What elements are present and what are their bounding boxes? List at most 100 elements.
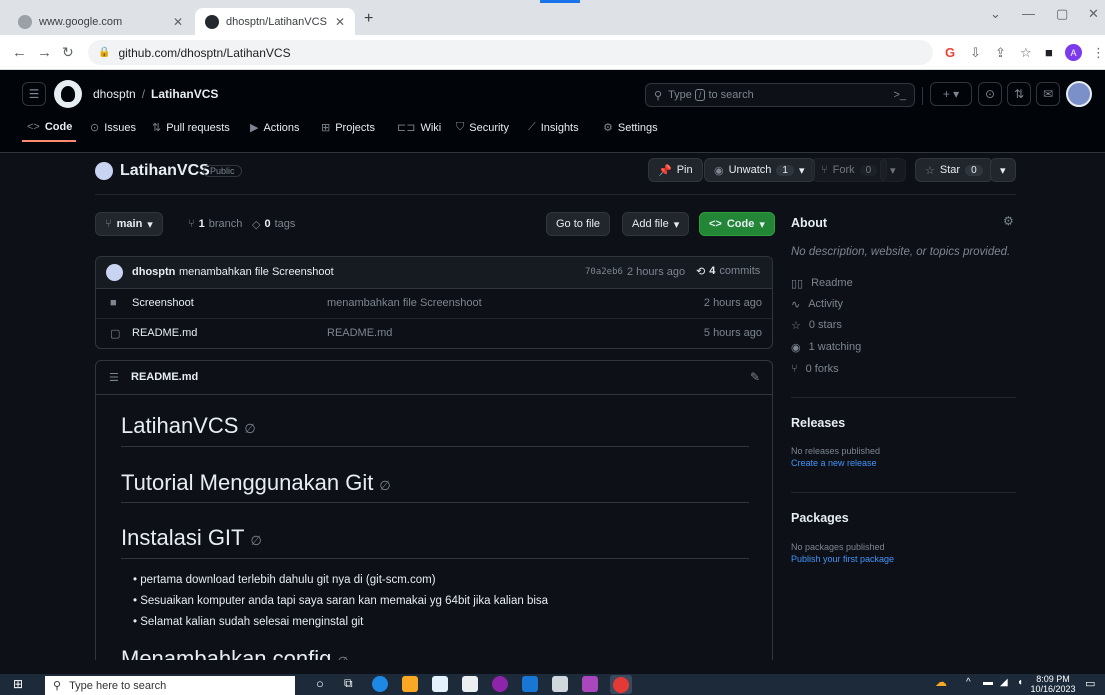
file-commit-message[interactable]: menambahkan file Screenshoot	[327, 297, 482, 309]
vscode-icon[interactable]	[522, 676, 538, 692]
go-to-file-button[interactable]: Go to file	[546, 212, 611, 236]
github-search-input[interactable]: ⚲ Type / to search >_	[645, 83, 915, 107]
pin-button[interactable]: 📌 Pin	[648, 158, 703, 182]
inbox-icon[interactable]: ✉	[1036, 82, 1060, 106]
branch-select-button[interactable]: ⑂ main ▾	[95, 212, 163, 236]
tab-pull-requests[interactable]: ⇅ Pull requests	[152, 121, 230, 135]
close-icon[interactable]: ✕	[335, 15, 345, 29]
file-row[interactable]: ▢ README.md README.md 5 hours ago	[96, 319, 772, 348]
breadcrumb-repo[interactable]: LatihanVCS	[151, 87, 218, 101]
create-release-link[interactable]: Create a new release	[791, 458, 877, 468]
tab-settings[interactable]: ⚙ Settings	[603, 121, 658, 135]
add-file-button[interactable]: Add file ▾	[622, 212, 690, 236]
tray-chevron-icon[interactable]: ^	[966, 677, 971, 688]
window-close-button[interactable]: ✕	[1088, 6, 1099, 22]
back-arrow-icon[interactable]: ←	[12, 44, 27, 61]
link-icon[interactable]: ∅	[379, 478, 390, 493]
menu-kebab-icon[interactable]: ⋮	[1092, 45, 1105, 61]
close-icon[interactable]: ✕	[173, 15, 183, 29]
about-readme-link[interactable]: ▯▯ Readme	[791, 277, 853, 290]
code-dropdown-button[interactable]: <> Code ▾	[699, 212, 775, 236]
address-bar[interactable]: 🔒 github.com/dhosptn/LatihanVCS	[88, 40, 933, 65]
about-activity-link[interactable]: ∿ Activity	[791, 298, 843, 311]
list-icon[interactable]: ☰	[109, 371, 119, 384]
install-icon[interactable]: ⇩	[970, 45, 981, 61]
edit-pencil-icon[interactable]: ✎	[750, 370, 760, 384]
mail-icon[interactable]	[462, 676, 478, 692]
windows-start-icon[interactable]: ⊞	[13, 677, 23, 691]
store-icon[interactable]	[432, 676, 448, 692]
link-icon[interactable]: ∅	[337, 654, 348, 660]
edge-icon[interactable]	[372, 676, 388, 692]
about-watching-link[interactable]: ◉ 1 watching	[791, 341, 861, 354]
browser-tab-google[interactable]: www.google.com ✕	[8, 8, 193, 35]
tab-wiki[interactable]: ⊏⊐ Wiki	[397, 121, 441, 135]
new-tab-button[interactable]: +	[364, 10, 373, 28]
branches-link[interactable]: ⑂ 1 branch	[188, 218, 242, 230]
tab-projects[interactable]: ⊞ Projects	[321, 121, 375, 135]
github-logo-icon[interactable]	[54, 80, 82, 108]
reload-icon[interactable]: ↻	[62, 44, 74, 61]
system-clock[interactable]: 8:09 PM 10/16/2023	[1030, 674, 1076, 694]
commit-hash[interactable]: 70a2eb6	[585, 267, 623, 277]
publish-package-link[interactable]: Publish your first package	[791, 554, 894, 564]
taskbar-search-input[interactable]: ⚲ Type here to search	[45, 676, 295, 695]
tags-link[interactable]: ◇ 0 tags	[252, 218, 295, 231]
wps-icon[interactable]	[492, 676, 508, 692]
tab-security[interactable]: ⛉ Security	[456, 121, 509, 134]
releases-heading[interactable]: Releases	[791, 416, 845, 430]
file-row[interactable]: ■ Screenshoot menambahkan file Screensho…	[96, 289, 772, 319]
packages-heading[interactable]: Packages	[791, 511, 849, 525]
sourcetree-icon[interactable]	[582, 676, 598, 692]
chrome-active-icon[interactable]	[610, 675, 632, 694]
restore-button[interactable]: ▢	[1056, 6, 1068, 22]
side-panel-icon[interactable]: ■	[1045, 45, 1053, 60]
issues-icon[interactable]: ⊙	[978, 82, 1002, 106]
file-name[interactable]: README.md	[132, 327, 197, 339]
tab-insights[interactable]: ⟋ Insights	[528, 121, 579, 134]
create-new-button[interactable]: + ▾	[930, 82, 972, 106]
link-icon[interactable]: ∅	[250, 533, 261, 548]
share-icon[interactable]: ⇪	[995, 45, 1006, 61]
battery-icon[interactable]: ▬	[983, 677, 993, 688]
fork-dropdown-button[interactable]: ▾	[880, 158, 906, 182]
cortana-icon[interactable]: ○	[316, 676, 324, 691]
network-icon[interactable]: ◢	[1000, 677, 1008, 688]
forward-arrow-icon[interactable]: →	[37, 44, 52, 61]
volume-icon[interactable]: ◖	[1017, 677, 1023, 688]
commit-message[interactable]: menambahkan file Screenshoot	[179, 266, 334, 278]
pull-requests-icon[interactable]: ⇅	[1007, 82, 1031, 106]
star-button[interactable]: ☆ Star 0	[915, 158, 993, 182]
tab-search-icon[interactable]: ⌄	[990, 6, 1001, 22]
fork-button[interactable]: ⑂ Fork 0	[811, 158, 888, 182]
repo-name[interactable]: LatihanVCS	[120, 162, 210, 180]
notification-icon[interactable]: ▭	[1085, 677, 1095, 690]
unwatch-button[interactable]: ◉ Unwatch 1 ▾	[704, 158, 815, 182]
about-forks-link[interactable]: ⑂ 0 forks	[791, 363, 839, 375]
breadcrumb-owner[interactable]: dhosptn	[93, 87, 136, 101]
commits-link[interactable]: ⟲ 4 commits	[696, 265, 760, 278]
tab-code[interactable]: <> Code	[27, 121, 72, 133]
command-palette-icon[interactable]: >_	[893, 89, 906, 101]
google-icon[interactable]: G	[945, 45, 955, 60]
readme-filename[interactable]: README.md	[131, 371, 198, 383]
commit-author[interactable]: dhosptn	[132, 266, 175, 278]
star-dropdown-button[interactable]: ▾	[990, 158, 1016, 182]
task-view-icon[interactable]: ⧉	[344, 676, 353, 691]
about-stars-link[interactable]: ☆ 0 stars	[791, 319, 842, 332]
file-commit-message[interactable]: README.md	[327, 327, 392, 339]
bookmark-star-icon[interactable]: ☆	[1020, 45, 1032, 61]
file-name[interactable]: Screenshoot	[132, 297, 194, 309]
browser-tab-github[interactable]: dhosptn/LatihanVCS ✕	[195, 8, 355, 35]
minimize-button[interactable]: —	[1022, 6, 1035, 21]
tab-actions[interactable]: ▶ Actions	[250, 121, 300, 135]
weather-icon[interactable]: ☁	[935, 675, 947, 689]
photos-icon[interactable]	[552, 676, 568, 692]
link-icon[interactable]: ∅	[244, 421, 255, 436]
hamburger-menu-icon[interactable]: ☰	[22, 82, 46, 106]
tab-issues[interactable]: ⊙ Issues	[90, 121, 136, 135]
gear-icon[interactable]: ⚙	[1003, 214, 1014, 228]
profile-avatar[interactable]: A	[1065, 44, 1082, 61]
file-explorer-icon[interactable]	[402, 676, 418, 692]
user-avatar[interactable]	[1066, 81, 1092, 107]
